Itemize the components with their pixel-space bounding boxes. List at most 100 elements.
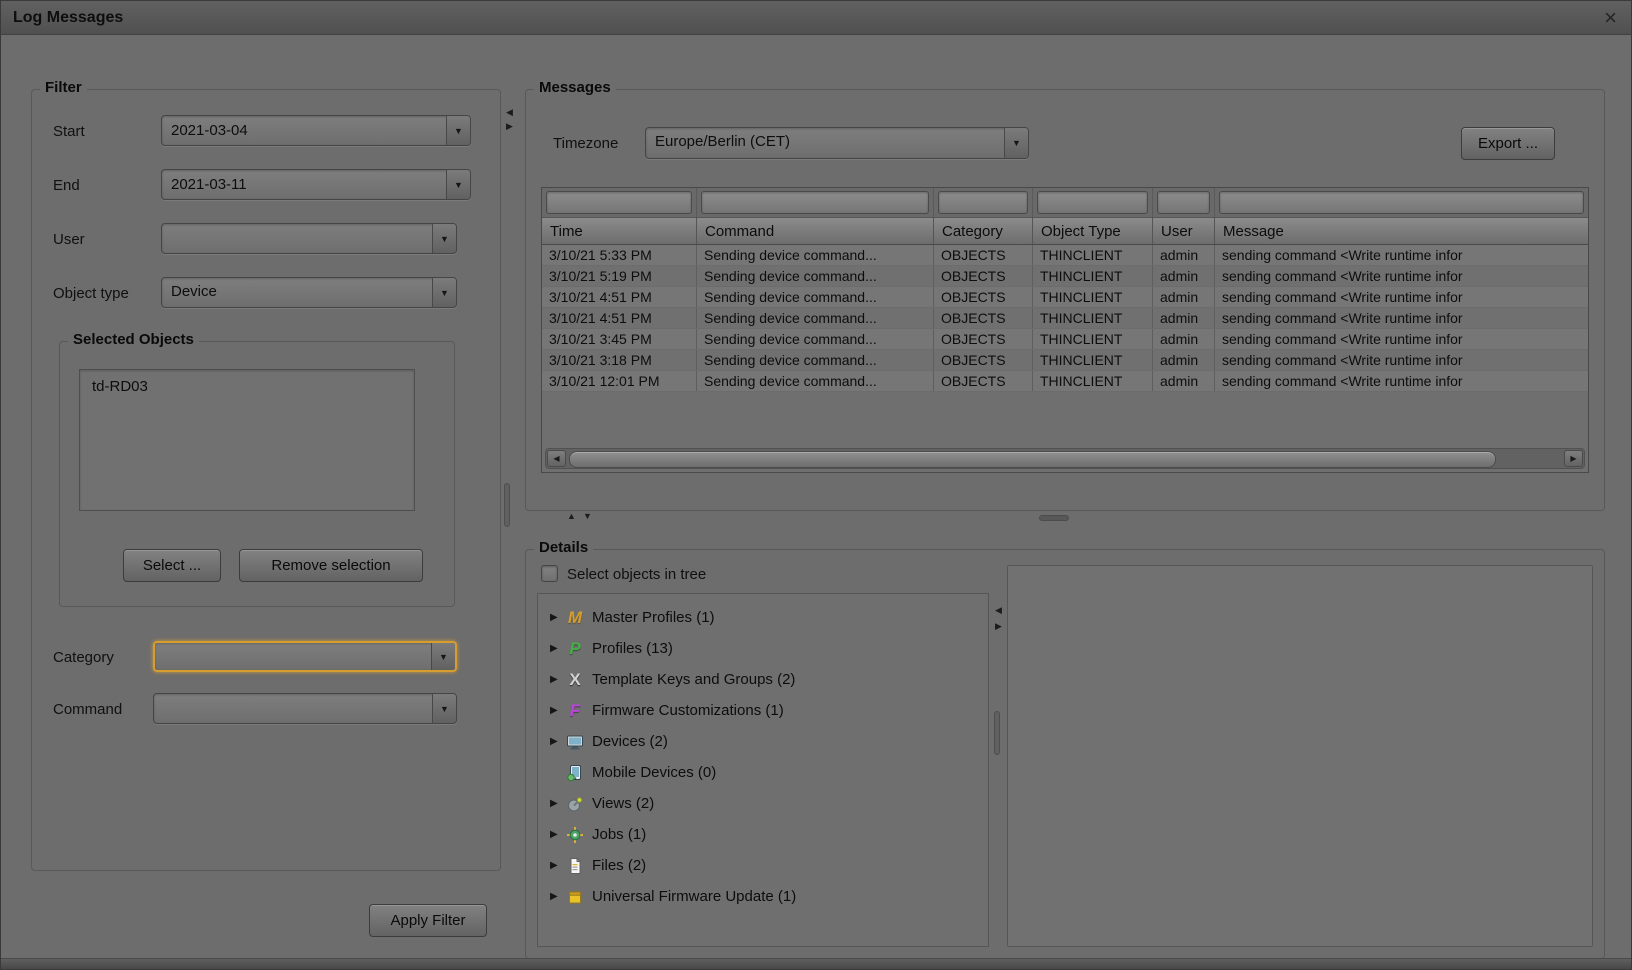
splitter-collapse-left-icon[interactable]: ◀ [506,107,513,117]
column-header-command[interactable]: Command [697,218,934,244]
expand-arrow-icon[interactable]: ▶ [550,612,564,623]
scroll-right-icon[interactable]: ▶ [1564,450,1583,467]
tree-item-jobs[interactable]: ▶ Jobs (1) [538,819,988,850]
command-combo-value [154,694,432,723]
chevron-down-icon[interactable]: ▼ [432,224,456,253]
column-header-object-type[interactable]: Object Type [1033,218,1153,244]
horizontal-splitter-grip[interactable] [1039,515,1069,521]
category-filter-input[interactable] [938,191,1028,214]
select-objects-button[interactable]: Select ... [123,549,221,582]
scrollbar-thumb[interactable] [569,451,1496,468]
column-header-time[interactable]: Time [542,218,697,244]
expand-arrow-icon[interactable]: ▶ [550,798,564,809]
cell-user: admin [1153,329,1215,349]
start-date-input[interactable] [162,116,446,145]
tree-item-master-profiles[interactable]: ▶ M Master Profiles (1) [538,602,988,633]
table-row[interactable]: 3/10/21 3:18 PM Sending device command..… [542,350,1588,371]
table-row[interactable]: 3/10/21 3:45 PM Sending device command..… [542,329,1588,350]
chevron-down-icon[interactable]: ▼ [446,116,470,145]
column-header-category[interactable]: Category [934,218,1033,244]
filter-group-label: Filter [40,79,87,96]
scroll-left-icon[interactable]: ◀ [547,450,566,467]
column-header-user[interactable]: User [1153,218,1215,244]
cell-message: sending command <Write runtime infor [1215,308,1588,328]
horizontal-scrollbar[interactable]: ◀ ▶ [545,448,1585,469]
category-combo[interactable]: ▼ [153,641,457,672]
select-objects-in-tree-checkbox[interactable] [541,565,558,582]
cell-message: sending command <Write runtime infor [1215,371,1588,391]
splitter-collapse-up-icon[interactable]: ▲ [567,511,576,521]
tree-item-devices[interactable]: ▶ Devices (2) [538,726,988,757]
tree-item-files[interactable]: ▶ Files (2) [538,850,988,881]
cell-category: OBJECTS [934,308,1033,328]
chevron-down-icon[interactable]: ▼ [432,278,456,307]
user-combo[interactable]: ▼ [161,223,457,254]
window-title: Log Messages [1,9,123,27]
expand-arrow-icon[interactable]: ▶ [550,643,564,654]
splitter-expand-right-icon[interactable]: ▶ [506,121,513,131]
remove-selection-button[interactable]: Remove selection [239,549,423,582]
details-group-label: Details [534,539,593,556]
expand-arrow-icon[interactable]: ▶ [550,891,564,902]
command-combo[interactable]: ▼ [153,693,457,724]
selected-objects-list[interactable]: td-RD03 [79,369,415,511]
table-row[interactable]: 3/10/21 12:01 PM Sending device command.… [542,371,1588,392]
tree-item-views[interactable]: ▶ Views (2) [538,788,988,819]
tree-item-profiles[interactable]: ▶ P Profiles (13) [538,633,988,664]
chevron-down-icon[interactable]: ▼ [432,694,456,723]
table-row[interactable]: 3/10/21 4:51 PM Sending device command..… [542,287,1588,308]
tree-item-mobile-devices[interactable]: Mobile Devices (0) [538,757,988,788]
selected-objects-label: Selected Objects [68,331,199,348]
tree-item-label: Profiles (13) [592,640,673,657]
timezone-combo[interactable]: Europe/Berlin (CET) ▼ [645,127,1029,159]
chevron-down-icon[interactable]: ▼ [446,170,470,199]
end-date-combo[interactable]: ▼ [161,169,471,200]
table-filter-row [542,188,1588,218]
end-date-input[interactable] [162,170,446,199]
tree-item-universal-firmware-update[interactable]: ▶ Universal Firmware Update (1) [538,881,988,912]
splitter-collapse-left-icon[interactable]: ◀ [995,605,1002,615]
start-date-combo[interactable]: ▼ [161,115,471,146]
object-type-filter-input[interactable] [1037,191,1148,214]
time-filter-input[interactable] [546,191,692,214]
expand-arrow-icon[interactable]: ▶ [550,736,564,747]
vertical-splitter-grip[interactable] [504,483,510,527]
cell-message: sending command <Write runtime infor [1215,245,1588,265]
messages-table: Time Command Category Object Type User M… [541,187,1589,473]
details-splitter-grip[interactable] [994,711,1000,755]
table-row[interactable]: 3/10/21 5:19 PM Sending device command..… [542,266,1588,287]
export-button[interactable]: Export ... [1461,127,1555,160]
message-filter-input[interactable] [1219,191,1584,214]
user-label: User [53,231,85,248]
details-text-panel[interactable] [1007,565,1593,947]
universal-firmware-update-icon [564,887,586,907]
messages-group-label: Messages [534,79,616,96]
profiles-icon: P [564,639,586,659]
splitter-expand-down-icon[interactable]: ▼ [583,511,592,521]
cell-object-type: THINCLIENT [1033,287,1153,307]
tree-item-firmware-customizations[interactable]: ▶ F Firmware Customizations (1) [538,695,988,726]
list-item[interactable]: td-RD03 [80,370,414,403]
command-filter-input[interactable] [701,191,929,214]
table-row[interactable]: 3/10/21 5:33 PM Sending device command..… [542,245,1588,266]
tree-item-label: Views (2) [592,795,654,812]
splitter-expand-right-icon[interactable]: ▶ [995,621,1002,631]
expand-arrow-icon[interactable]: ▶ [550,860,564,871]
chevron-down-icon[interactable]: ▼ [1004,128,1028,158]
chevron-down-icon[interactable]: ▼ [431,643,455,670]
filter-cell-time [542,188,697,217]
expand-arrow-icon[interactable]: ▶ [550,674,564,685]
apply-filter-button[interactable]: Apply Filter [369,904,487,937]
table-row[interactable]: 3/10/21 4:51 PM Sending device command..… [542,308,1588,329]
cell-user: admin [1153,266,1215,286]
expand-arrow-icon[interactable]: ▶ [550,829,564,840]
expand-arrow-icon[interactable]: ▶ [550,705,564,716]
start-label: Start [53,123,85,140]
cell-category: OBJECTS [934,371,1033,391]
tree-item-template-keys[interactable]: ▶ X Template Keys and Groups (2) [538,664,988,695]
user-filter-input[interactable] [1157,191,1210,214]
object-type-combo[interactable]: Device ▼ [161,277,457,308]
column-header-message[interactable]: Message [1215,218,1588,244]
window-bottom-edge [1,958,1631,969]
close-icon[interactable]: × [1604,5,1617,31]
